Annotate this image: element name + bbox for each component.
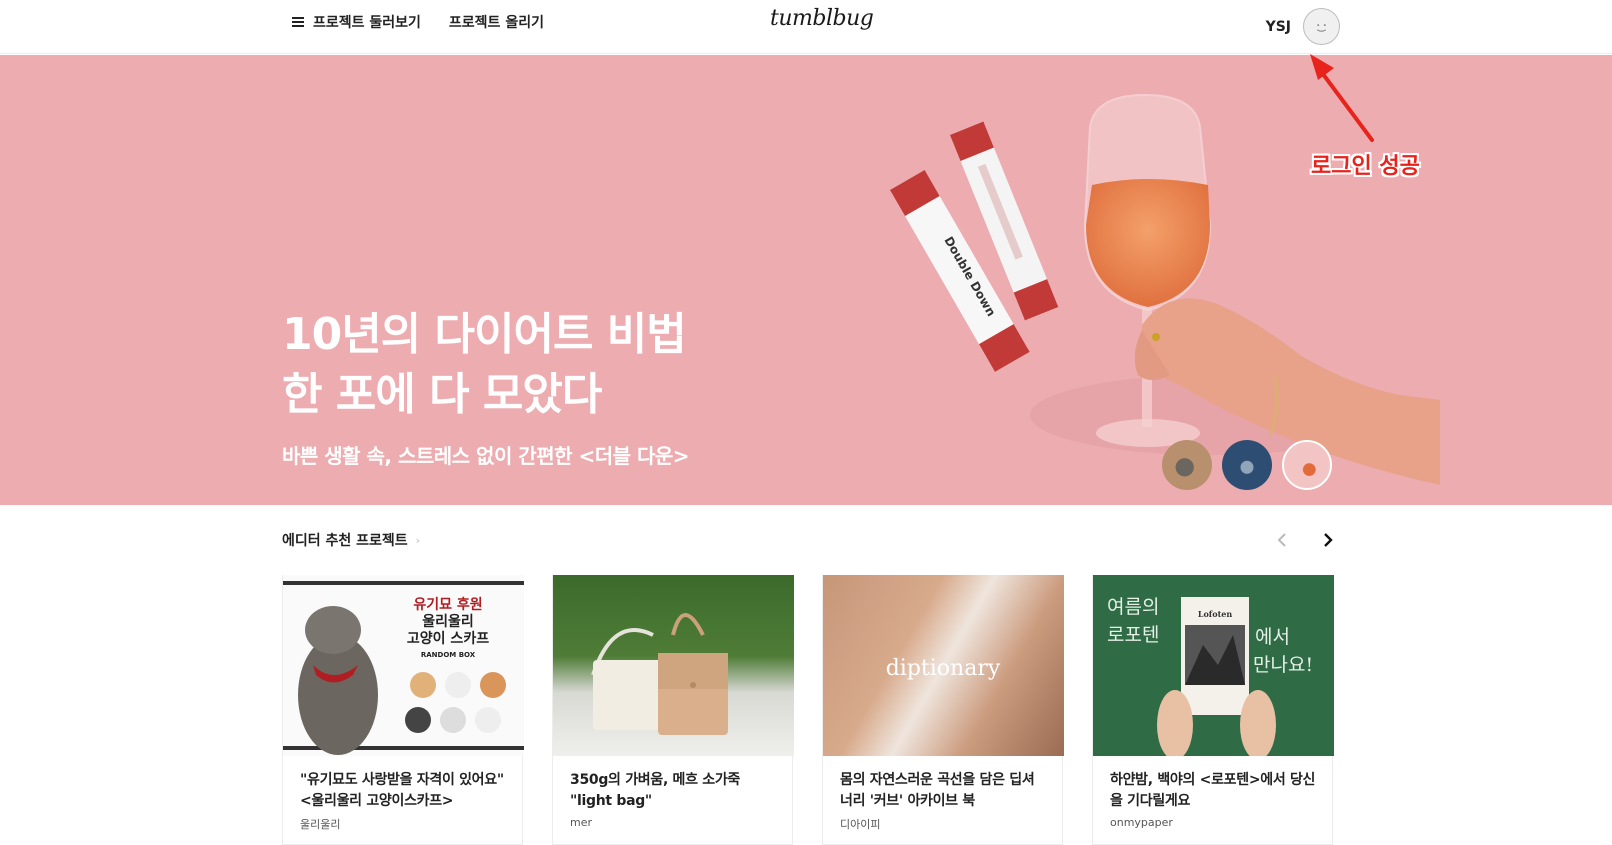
project-card[interactable]: 350g의 가벼움, 메흐 소가죽 "light bag" mer [552,575,794,845]
project-thumbnail: 여름의 로포텐 에서 만나요! Lofoten [1093,575,1334,756]
card-author: mer [570,816,593,829]
browse-projects-label: 프로젝트 둘러보기 [313,15,421,31]
login-success-annotation: 로그인 성공 [1311,154,1420,179]
card-image-line-4: RANDOM BOX [421,651,476,659]
hero-slide-thumbnails [1162,440,1342,490]
nav-right: YSJ [1266,8,1340,45]
username[interactable]: YSJ [1266,19,1291,35]
slide-thumbnail-1[interactable] [1162,440,1212,490]
annotation-arrow-icon [1310,54,1374,142]
hamburger-menu-icon [292,17,304,27]
card-title: "유기묘도 사랑받을 자격이 있어요" <울리울리 고양이스카프> [300,772,504,809]
chevron-left-icon [1277,533,1286,547]
upload-project-link[interactable]: 프로젝트 올리기 [449,12,544,32]
card-title: 하얀밤, 백야의 <로포텐>에서 당신을 기다릴게요 [1110,772,1316,809]
project-card[interactable]: diptionary 몸의 자연스러운 곡선을 담은 딥셔너리 '커브' 아카이… [822,575,1064,845]
card-image-book-title: Lofoten [1198,609,1233,619]
cat-scarf-illustration: 유기묘 후원 울리울리 고양이 스카프 RANDOM BOX [283,581,524,755]
chevron-right-icon: › [415,533,421,547]
bag-illustration [591,613,728,735]
card-author: onmypaper [1110,816,1173,829]
card-image-line-3: 에서 [1255,626,1290,648]
card-title: 몸의 자연스러운 곡선을 담은 딥셔너리 '커브' 아카이브 북 [840,772,1035,809]
smiley-face-icon [1316,24,1327,32]
project-card[interactable]: 여름의 로포텐 에서 만나요! Lofoten 하얀밤, 백야의 <로포텐>에서… [1092,575,1334,845]
chevron-right-icon [1324,533,1333,547]
editor-picks-heading[interactable]: 에디터 추천 프로젝트 › [282,530,420,550]
diptionary-cover: diptionary [886,656,1001,681]
card-author: 울리울리 [300,818,341,831]
tumblbug-logo[interactable]: tumblbug [770,6,874,31]
project-thumbnail: 유기묘 후원 울리울리 고양이 스카프 RANDOM BOX [283,575,524,756]
card-image-line-1: 여름의 [1107,596,1159,618]
carousel-next-button[interactable] [1316,528,1340,552]
card-title: 350g의 가벼움, 메흐 소가죽 "light bag" [570,772,741,809]
slide-thumbnail-2[interactable] [1222,440,1272,490]
project-card-list: 유기묘 후원 울리울리 고양이 스카프 RANDOM BOX "유기묘도 사랑받… [282,575,1334,845]
project-thumbnail [553,575,794,756]
card-image-line-2: 로포텐 [1107,624,1159,646]
section-title: 에디터 추천 프로젝트 [282,533,408,549]
top-navigation-bar: 프로젝트 둘러보기 프로젝트 올리기 tumblbug YSJ [0,0,1612,54]
project-thumbnail: diptionary [823,575,1064,756]
carousel-pager [1270,528,1340,552]
browse-projects-link[interactable]: 프로젝트 둘러보기 [292,12,421,32]
card-image-line-3: 고양이 스카프 [407,630,489,647]
user-avatar[interactable] [1303,8,1340,45]
card-image-line-1: 유기묘 후원 [413,597,482,613]
lofoten-book-illustration: 여름의 로포텐 에서 만나요! Lofoten [1107,596,1313,756]
project-card[interactable]: 유기묘 후원 울리울리 고양이 스카프 RANDOM BOX "유기묘도 사랑받… [282,575,524,845]
carousel-prev-button[interactable] [1270,528,1294,552]
card-image-line-2: 울리울리 [422,613,474,630]
hero-subtitle: 바쁜 생활 속, 스트레스 없이 간편한 <더블 다운> [282,444,690,468]
hero-title: 10년의 다이어트 비법 한 포에 다 모았다 [282,309,687,420]
card-image-line-4: 만나요! [1253,654,1313,676]
nav-left: 프로젝트 둘러보기 프로젝트 올리기 [292,12,544,32]
card-image-brand: diptionary [886,656,1001,681]
card-author: 디아이피 [840,818,881,831]
slide-thumbnail-3-active[interactable] [1282,440,1332,490]
